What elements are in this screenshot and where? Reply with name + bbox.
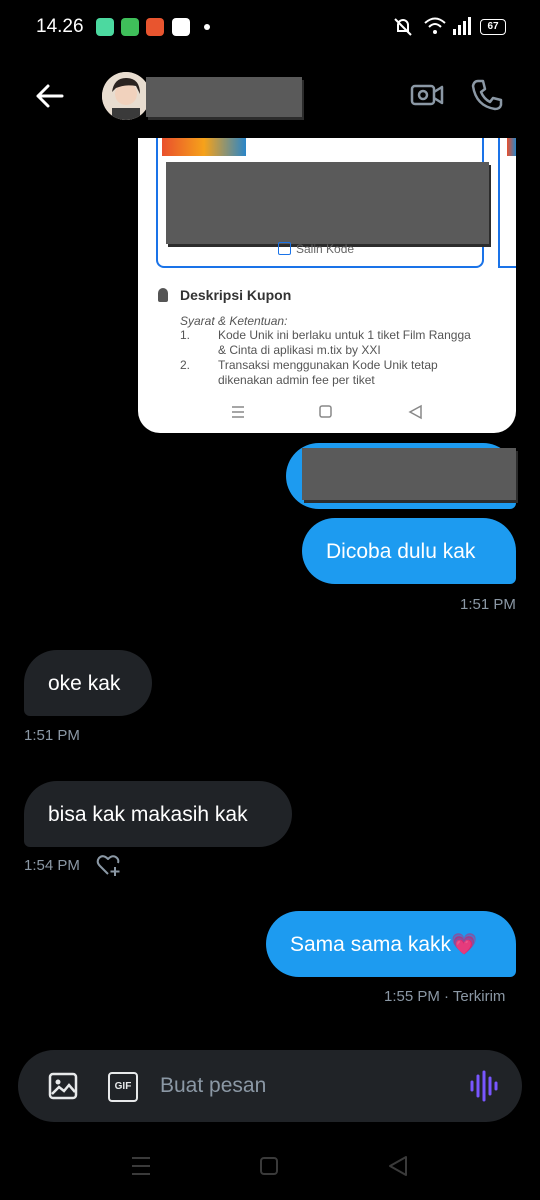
battery-indicator: 67 <box>480 19 506 35</box>
term-text: Transaksi menggunakan Kode Unik tetap <box>218 358 438 372</box>
home-icon <box>260 1157 278 1175</box>
avatar[interactable] <box>102 72 150 120</box>
recent-apps-icon <box>132 1157 150 1175</box>
coupon-card <box>498 138 516 268</box>
phone-icon[interactable] <box>470 78 504 112</box>
redacted-message-text <box>302 448 516 500</box>
signal-icon <box>453 17 471 35</box>
copy-code-link: Salin Kode <box>278 242 354 256</box>
message-timestamp: 1:51 PM <box>460 596 516 613</box>
image-icon[interactable] <box>48 1072 78 1100</box>
term-text: dikenakan admin fee per tiket <box>218 373 375 387</box>
message-composer <box>18 1050 522 1122</box>
person-icon <box>158 288 168 302</box>
message-input[interactable]: Buat pesan <box>160 1074 266 1098</box>
back-nav-icon <box>389 1156 407 1176</box>
term-text: Kode Unik ini berlaku untuk 1 tiket Film… <box>218 328 471 342</box>
system-navigation-bar <box>132 1156 407 1176</box>
term-text: & Cinta di aplikasi m.tix by XXI <box>218 343 381 357</box>
term-number: 2. <box>180 358 191 372</box>
app-notification-icon <box>146 18 164 36</box>
syarat-title: Syarat & Ketentuan: <box>180 314 288 328</box>
message-bubble-incoming[interactable]: oke kak <box>24 650 152 716</box>
app-notification-icon <box>96 18 114 36</box>
message-bubble-outgoing[interactable]: Sama sama kakk💗 <box>266 911 516 977</box>
message-bubble-incoming[interactable]: bisa kak makasih kak <box>24 781 292 847</box>
android-navbar-image <box>232 404 422 420</box>
app-notification-icon <box>121 18 139 36</box>
shopping-bag-icon <box>172 18 190 36</box>
term-number: 1. <box>180 328 191 342</box>
video-call-icon[interactable] <box>410 78 444 112</box>
add-reaction-heart-icon[interactable] <box>96 854 122 878</box>
status-bar: 14.26 67 <box>0 0 540 54</box>
message-text: Sama sama kakk💗 <box>290 933 478 956</box>
wifi-icon <box>424 17 446 34</box>
redacted-username <box>146 77 302 117</box>
message-timestamp: 1:54 PM <box>24 857 80 874</box>
more-notifications-icon <box>204 24 210 30</box>
message-timestamp: 1:51 PM <box>24 727 80 744</box>
message-timestamp-status: 1:55 PM · Terkirim <box>384 988 506 1005</box>
redacted-coupon-code <box>166 162 489 244</box>
gif-icon[interactable]: GIF <box>108 1072 138 1102</box>
deskripsi-title: Deskripsi Kupon <box>180 287 292 303</box>
message-text: oke kak <box>48 672 121 695</box>
copy-icon <box>278 242 291 255</box>
shared-image-message[interactable]: Salin Kode Deskripsi Kupon Syarat & Kete… <box>138 138 516 433</box>
voice-message-icon[interactable] <box>468 1070 498 1102</box>
back-arrow-icon[interactable] <box>32 78 68 114</box>
message-bubble-outgoing[interactable]: Dicoba dulu kak <box>302 518 516 584</box>
message-text: Dicoba dulu kak <box>326 540 476 563</box>
message-text: bisa kak makasih kak <box>48 803 248 826</box>
status-time: 14.26 <box>36 16 84 37</box>
mute-icon <box>394 18 412 36</box>
